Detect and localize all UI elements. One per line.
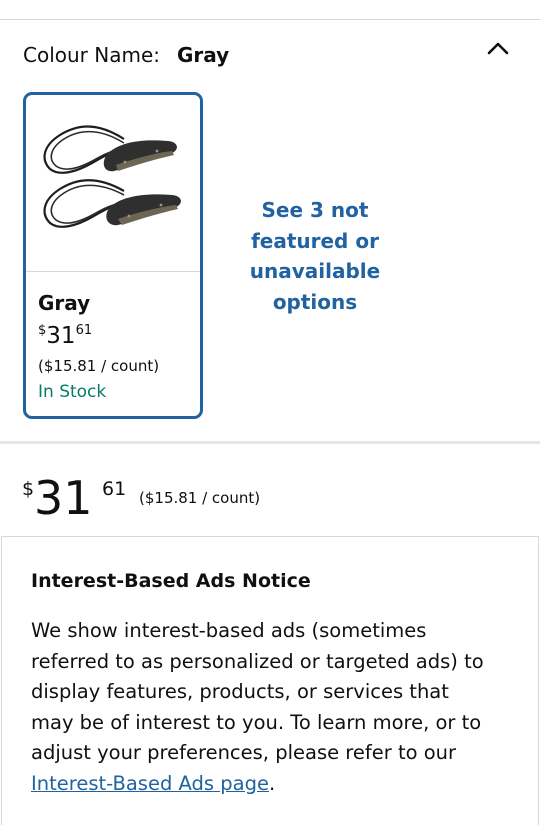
ads-notice-line-4: may be of interest to you. To learn more… bbox=[31, 710, 482, 734]
ads-notice-period: . bbox=[268, 771, 276, 795]
ads-notice-line-5: adjust your preferences, please refer to… bbox=[31, 741, 457, 764]
ads-notice-line-6: Interest-Based Ads page. bbox=[31, 769, 521, 800]
ads-notice-line-1: We show interest-based ads (sometimes bbox=[31, 619, 427, 642]
price-whole: 31 bbox=[34, 471, 93, 525]
unit-price: ($15.81 / count) bbox=[139, 489, 261, 507]
interest-based-ads-link[interactable]: Interest-Based Ads page bbox=[31, 772, 269, 795]
see-more-line-3: unavailable bbox=[249, 259, 381, 283]
product-image bbox=[26, 95, 200, 271]
swatch-availability: In Stock bbox=[38, 382, 107, 402]
ads-notice-body: We show interest-based ads (sometimes re… bbox=[31, 616, 521, 799]
price-fraction: 61 bbox=[102, 478, 127, 500]
see-more-line-1: See 3 not bbox=[261, 198, 369, 222]
see-more-line-2: featured or bbox=[251, 228, 379, 253]
see-more-line-4: options bbox=[272, 289, 358, 314]
swatch-unit-price: ($15.81 / count) bbox=[38, 357, 160, 375]
colour-name-label: Colour Name: bbox=[23, 43, 160, 67]
swatch-price-fraction: 61 bbox=[75, 323, 93, 338]
swatch-divider bbox=[26, 271, 200, 272]
colour-name-value: Gray bbox=[177, 43, 230, 67]
swatch-colour-name: Gray bbox=[38, 291, 91, 315]
section-divider bbox=[0, 441, 540, 444]
ads-notice-title: Interest-Based Ads Notice bbox=[31, 570, 311, 592]
swatch-price-symbol: $ bbox=[38, 323, 47, 338]
ads-notice-line-2: referred to as personalized or targeted … bbox=[31, 649, 484, 673]
price-symbol: $ bbox=[22, 478, 35, 500]
chevron-up-icon bbox=[487, 42, 509, 55]
strap-handles-picture bbox=[43, 125, 181, 228]
see-more-options-link[interactable]: See 3 not featured or unavailable option… bbox=[236, 195, 394, 317]
colour-swatch-gray[interactable]: Gray $3161 ($15.81 / count) In Stock bbox=[23, 92, 203, 419]
collapse-button[interactable] bbox=[484, 34, 512, 62]
swatch-price: $3161 bbox=[38, 323, 92, 349]
swatch-price-whole: 31 bbox=[46, 323, 76, 349]
ads-notice-line-3: display features, products, or services … bbox=[31, 680, 449, 703]
